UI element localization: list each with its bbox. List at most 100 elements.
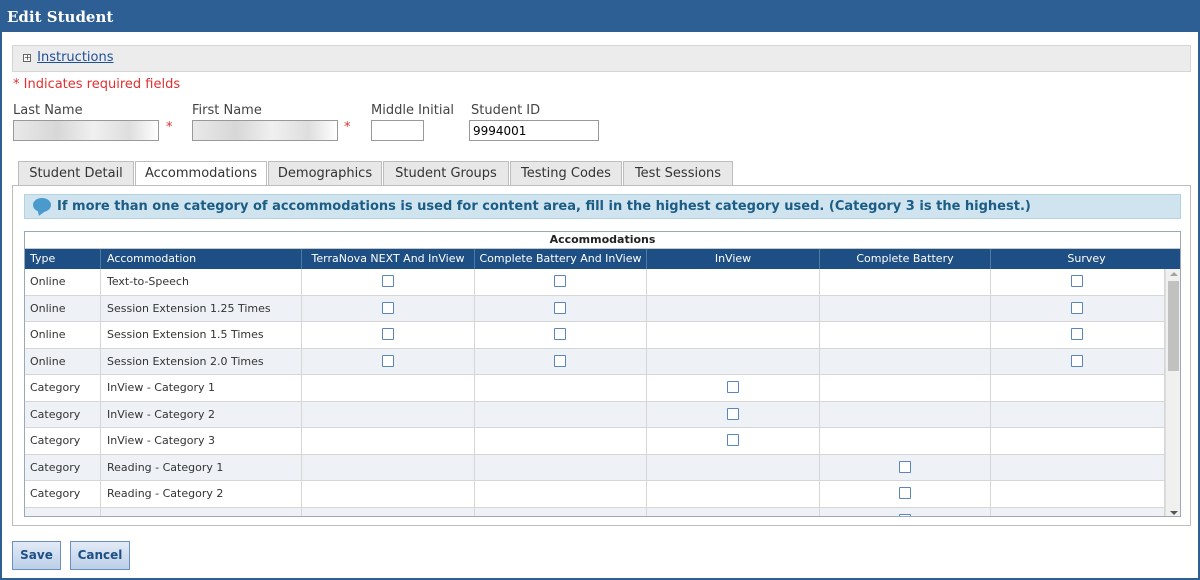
accommodations-grid: Accommodations Type Accommodation TerraN… (24, 231, 1181, 517)
complete-battery-inview-cell (475, 348, 647, 375)
terranova-next-inview-checkbox[interactable] (381, 301, 394, 314)
complete-battery-inview-checkbox[interactable] (554, 275, 566, 287)
complete-battery-inview-cell (475, 295, 647, 322)
tab-demographics[interactable]: Demographics (268, 161, 382, 186)
terranova-next-inview-cell (302, 269, 475, 295)
tab-testing-codes[interactable]: Testing Codes (510, 161, 622, 186)
accommodation-cell (101, 507, 302, 516)
complete-battery-inview-cell (475, 481, 647, 507)
first-name-required-marker: * (344, 120, 351, 135)
accommodation-cell: Text-to-Speech (101, 269, 302, 295)
survey-cell (991, 428, 1165, 454)
survey-cell (991, 375, 1165, 401)
type-cell: Online (25, 348, 101, 375)
complete-battery-inview-checkbox[interactable] (554, 354, 566, 367)
complete-battery-cell (820, 375, 991, 401)
column-header-survey[interactable]: Survey (991, 249, 1180, 269)
complete-battery-checkbox[interactable] (898, 460, 911, 473)
inview-checkbox[interactable] (726, 434, 739, 446)
survey-checkbox[interactable] (1071, 354, 1083, 367)
speech-bubble-icon (33, 198, 51, 212)
survey-checkbox[interactable] (1071, 275, 1083, 287)
complete-battery-cell (820, 348, 991, 375)
accommodation-cell: InView - Category 3 (101, 428, 302, 454)
first-name-label: First Name (192, 103, 262, 118)
survey-cell (991, 322, 1165, 348)
inview-cell (647, 269, 820, 295)
inview-cell (647, 322, 820, 348)
scroll-down-icon[interactable] (1170, 511, 1178, 515)
edit-student-window: Edit Student + Instructions * Indicates … (0, 0, 1200, 580)
accommodation-cell: Session Extension 1.5 Times (101, 322, 302, 348)
inview-cell (647, 401, 820, 428)
instructions-panel: + Instructions (12, 45, 1191, 72)
last-name-required-marker: * (166, 120, 173, 135)
table-row: Category Reading - Category 2 (25, 481, 1165, 508)
survey-cell (991, 348, 1165, 375)
column-header-terranova-next-inview[interactable]: TerraNova NEXT And InView (302, 249, 475, 269)
table-row: Online Session Extension 1.25 Times (25, 295, 1165, 322)
column-header-type[interactable]: Type (25, 249, 101, 269)
type-cell: Category (25, 481, 101, 507)
scroll-thumb[interactable] (1168, 281, 1179, 371)
cancel-button[interactable]: Cancel (70, 541, 130, 570)
column-header-accommodation[interactable]: Accommodation (101, 249, 302, 269)
tab-student-groups[interactable]: Student Groups (383, 161, 509, 186)
table-row (25, 507, 1165, 516)
expand-icon[interactable]: + (23, 53, 31, 62)
column-header-complete-battery-inview[interactable]: Complete Battery And InView (475, 249, 647, 269)
first-name-field[interactable] (192, 120, 338, 141)
complete-battery-inview-cell (475, 454, 647, 481)
inview-cell (647, 454, 820, 481)
tab-accommodations[interactable]: Accommodations (135, 161, 267, 187)
middle-initial-label: Middle Initial (371, 103, 455, 118)
grid-header: Type Accommodation TerraNova NEXT And In… (25, 249, 1180, 269)
survey-cell (991, 481, 1165, 507)
inview-cell (647, 348, 820, 375)
tab-test-sessions[interactable]: Test Sessions (623, 161, 733, 186)
inview-cell (647, 428, 820, 454)
complete-battery-cell (820, 269, 991, 295)
tab-student-detail[interactable]: Student Detail (18, 161, 134, 186)
complete-battery-cell (820, 428, 991, 454)
grid-scrollbar[interactable] (1165, 269, 1180, 516)
terranova-next-inview-checkbox[interactable] (381, 275, 394, 287)
survey-cell (991, 507, 1165, 516)
middle-initial-field[interactable] (371, 120, 424, 141)
grid-caption: Accommodations (25, 232, 1180, 249)
inview-checkbox[interactable] (726, 381, 739, 393)
table-row: Category InView - Category 3 (25, 428, 1165, 455)
instructions-link[interactable]: Instructions (37, 50, 113, 65)
student-id-field[interactable] (469, 120, 599, 141)
complete-battery-inview-checkbox[interactable] (554, 301, 566, 314)
inview-checkbox[interactable] (726, 407, 739, 420)
type-cell: Online (25, 322, 101, 348)
terranova-next-inview-cell (302, 481, 475, 507)
terranova-next-inview-cell (302, 348, 475, 375)
column-header-inview[interactable]: InView (647, 249, 820, 269)
survey-cell (991, 269, 1165, 295)
type-cell (25, 507, 101, 516)
category-notice: If more than one category of accommodati… (24, 194, 1181, 219)
scroll-up-icon[interactable] (1170, 272, 1178, 276)
last-name-label: Last Name (13, 103, 83, 118)
last-name-field[interactable] (13, 120, 159, 141)
grid-body: Online Text-to-Speech Online Session Extens… (25, 269, 1165, 516)
complete-battery-cell (820, 295, 991, 322)
column-header-complete-battery[interactable]: Complete Battery (820, 249, 991, 269)
terranova-next-inview-checkbox[interactable] (381, 354, 394, 367)
terranova-next-inview-cell (302, 375, 475, 401)
accommodation-cell: Session Extension 1.25 Times (101, 295, 302, 322)
survey-checkbox[interactable] (1071, 301, 1083, 314)
complete-battery-inview-checkbox[interactable] (554, 328, 566, 340)
complete-battery-checkbox[interactable] (898, 513, 911, 516)
terranova-next-inview-cell (302, 401, 475, 428)
terranova-next-inview-checkbox[interactable] (381, 328, 394, 340)
save-button[interactable]: Save (12, 541, 61, 570)
required-fields-note: * Indicates required fields (13, 77, 181, 92)
accommodations-panel: If more than one category of accommodati… (12, 185, 1191, 526)
complete-battery-inview-cell (475, 322, 647, 348)
type-cell: Category (25, 454, 101, 481)
survey-checkbox[interactable] (1071, 328, 1083, 340)
complete-battery-checkbox[interactable] (898, 487, 911, 499)
